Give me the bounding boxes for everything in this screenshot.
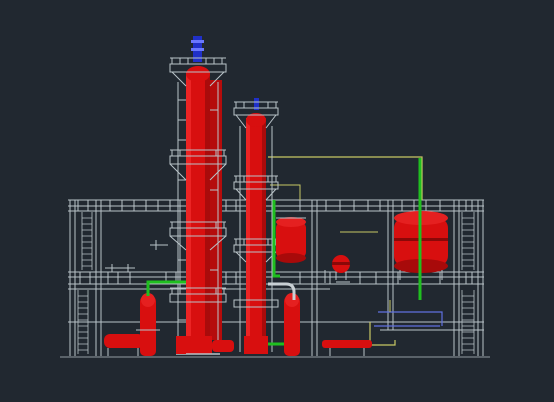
stripper-column xyxy=(233,98,279,354)
spherical-tank xyxy=(332,255,350,280)
distillation-column xyxy=(169,36,227,355)
cad-viewport[interactable] xyxy=(0,0,554,402)
horizontal-drum xyxy=(322,340,372,356)
plant-elevation-drawing xyxy=(60,36,490,358)
horizontal-drum xyxy=(104,334,144,356)
horizontal-drum xyxy=(276,217,306,263)
heat-exchanger xyxy=(284,293,300,356)
